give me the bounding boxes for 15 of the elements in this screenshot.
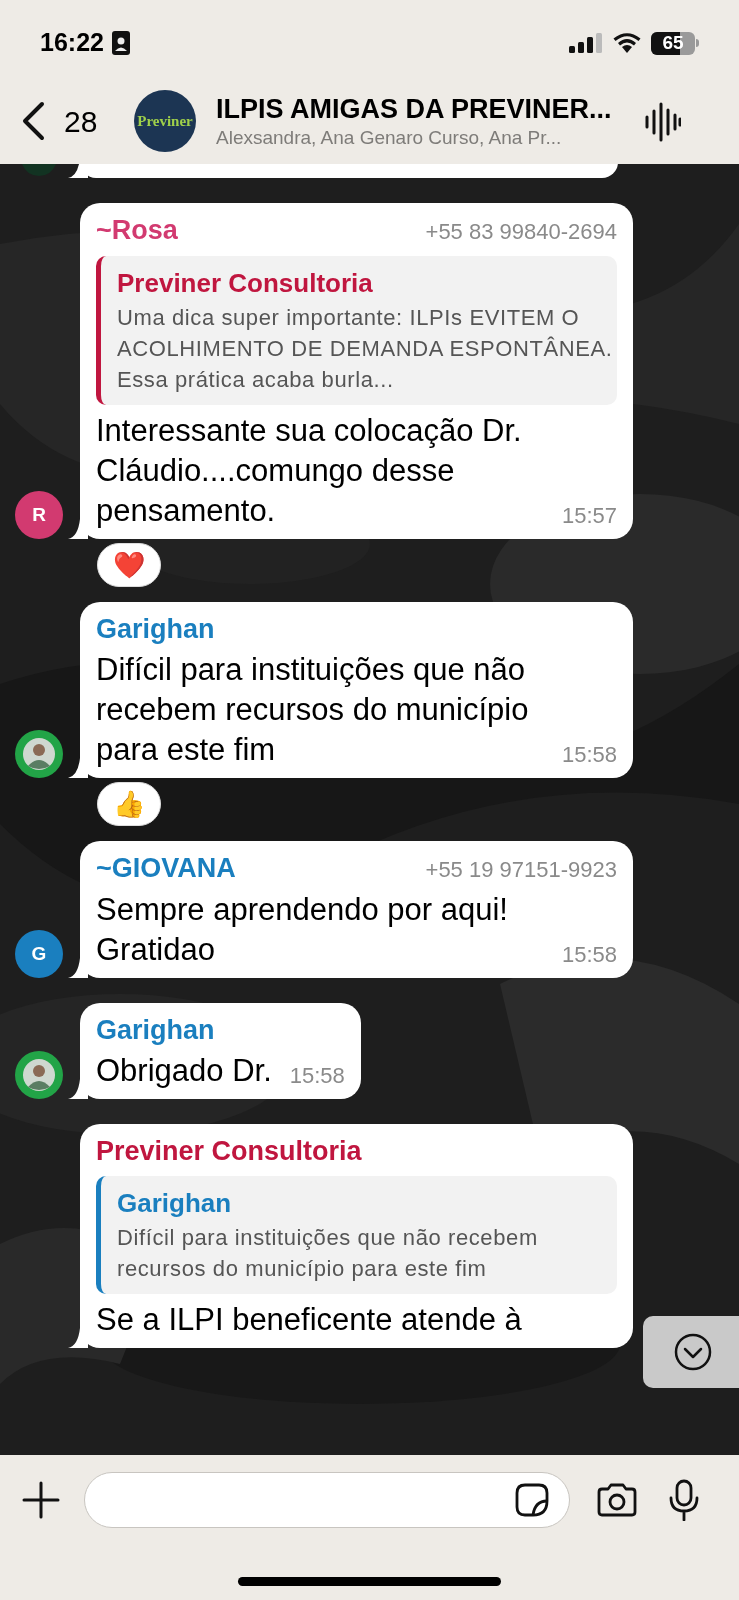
group-members: Alexsandra, Ana Genaro Curso, Ana Pr...	[216, 126, 563, 150]
wifi-icon	[613, 33, 641, 53]
id-badge-icon	[111, 31, 130, 55]
back-icon[interactable]	[20, 101, 46, 141]
clock: 16:22	[40, 27, 104, 59]
voice-chat-icon[interactable]	[645, 102, 681, 142]
sticker-icon[interactable]	[515, 1483, 549, 1517]
microphone-icon[interactable]	[668, 1479, 700, 1521]
back-button[interactable]: 28	[20, 98, 134, 144]
group-avatar[interactable]: Previner	[134, 90, 196, 152]
group-title[interactable]: ILPIS AMIGAS DA PREVINER...	[216, 92, 671, 126]
add-icon[interactable]	[22, 1481, 60, 1519]
message-input[interactable]	[84, 1472, 570, 1528]
camera-icon[interactable]	[596, 1483, 638, 1517]
signal-icon	[569, 33, 603, 53]
